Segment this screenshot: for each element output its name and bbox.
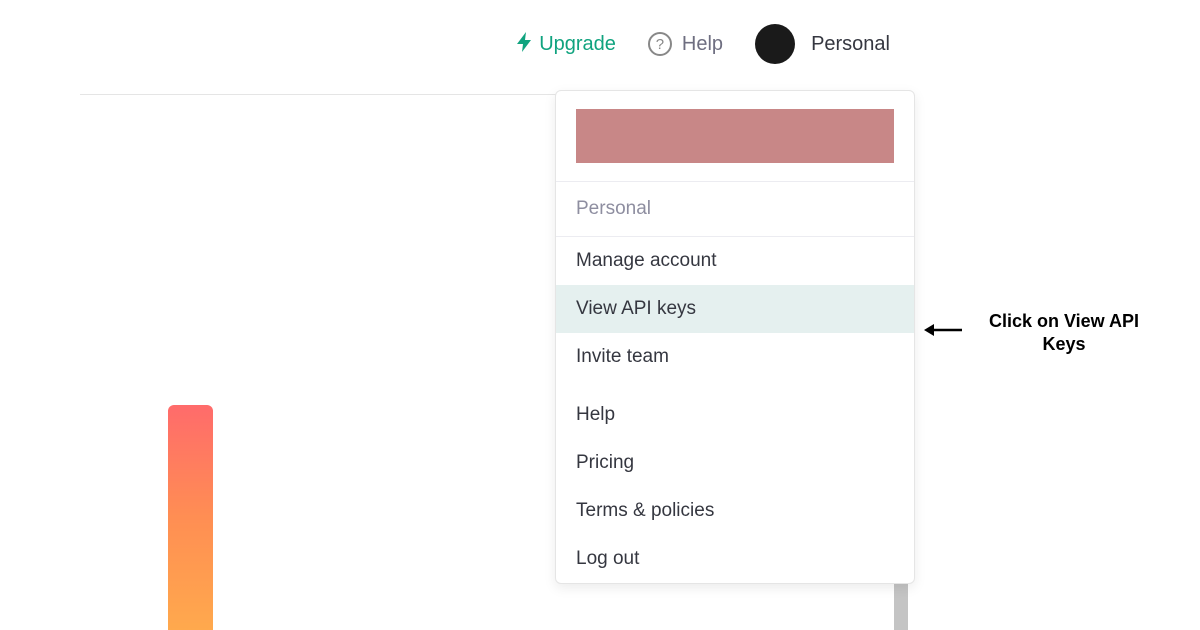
help-link[interactable]: ? Help xyxy=(648,32,723,56)
menu-item-help[interactable]: Help xyxy=(556,391,914,439)
menu-item-logout[interactable]: Log out xyxy=(556,535,914,583)
arrow-left-icon xyxy=(924,319,964,347)
dropdown-divider xyxy=(556,381,914,391)
menu-item-invite-team[interactable]: Invite team xyxy=(556,333,914,381)
menu-item-manage-account[interactable]: Manage account xyxy=(556,236,914,285)
avatar xyxy=(755,24,795,64)
help-icon: ? xyxy=(648,32,672,56)
lightning-icon xyxy=(517,32,533,57)
redacted-username xyxy=(576,109,894,163)
top-header: Upgrade ? Help Personal xyxy=(0,0,1200,84)
dropdown-section-label: Personal xyxy=(556,181,914,236)
upgrade-link[interactable]: Upgrade xyxy=(517,32,616,57)
decorative-gradient-bar xyxy=(168,405,213,630)
upgrade-label: Upgrade xyxy=(539,33,616,56)
account-label: Personal xyxy=(811,33,890,56)
menu-item-pricing[interactable]: Pricing xyxy=(556,439,914,487)
annotation-callout: Click on View API Keys xyxy=(924,310,1154,357)
annotation-text: Click on View API Keys xyxy=(974,310,1154,357)
dropdown-header xyxy=(556,91,914,181)
account-menu-trigger[interactable]: Personal xyxy=(755,24,890,64)
help-label: Help xyxy=(682,33,723,56)
menu-item-terms[interactable]: Terms & policies xyxy=(556,487,914,535)
account-dropdown-menu: Personal Manage account View API keys In… xyxy=(555,90,915,584)
menu-item-view-api-keys[interactable]: View API keys xyxy=(556,285,914,333)
